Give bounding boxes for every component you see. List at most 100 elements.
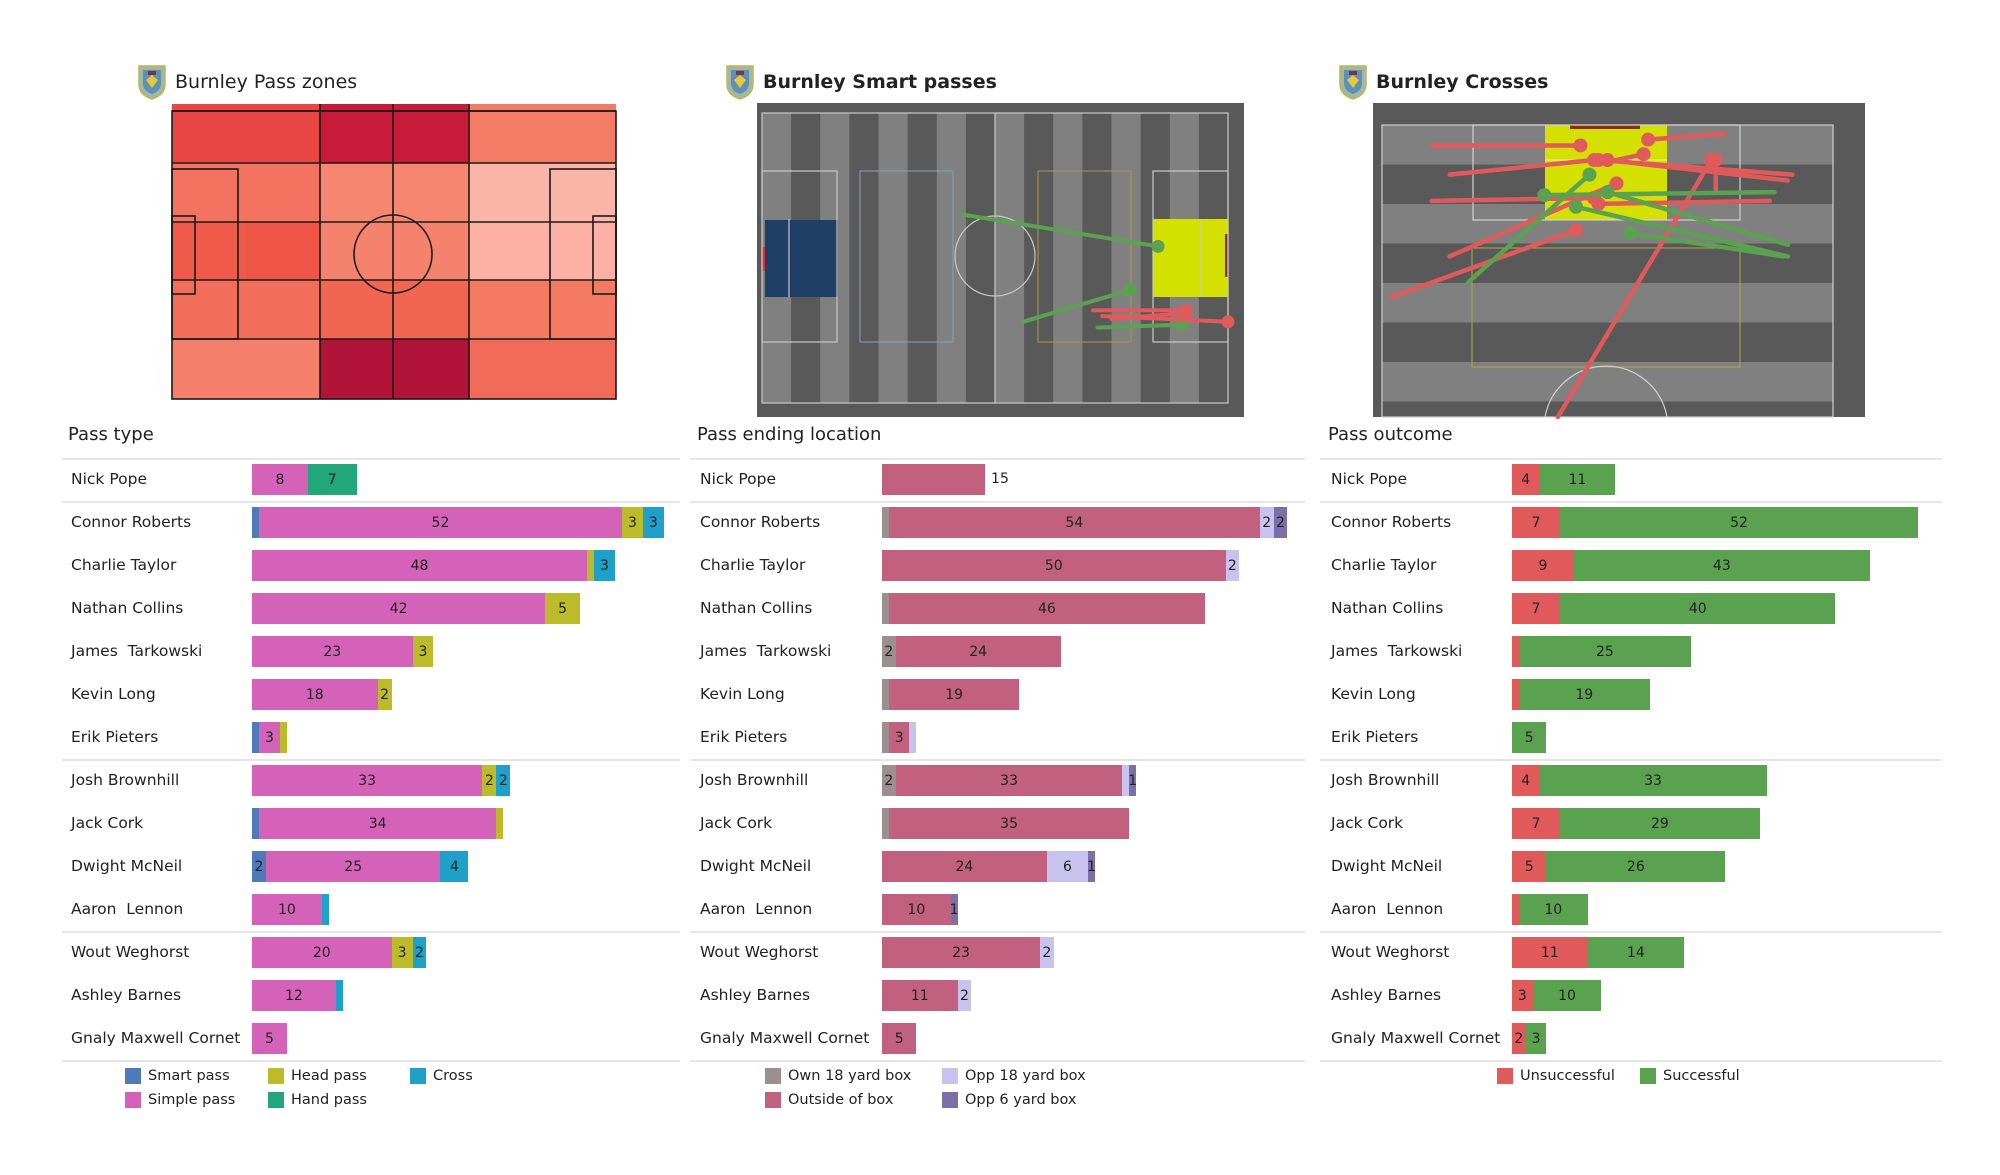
- heatmap-zone: [320, 104, 469, 163]
- bar-value-label: 18: [305, 686, 324, 703]
- player-name: Nathan Collins: [1331, 599, 1444, 617]
- player-name: Nick Pope: [71, 470, 147, 488]
- legend-label: Cross: [433, 1068, 473, 1084]
- bar-segment-simple-pass: 33: [252, 765, 483, 796]
- bar-segment-simple-pass: 23: [252, 636, 413, 667]
- table-divider: [1320, 759, 1942, 761]
- bar-value-label: 3: [1531, 1030, 1541, 1047]
- bar-segment-outside-box: 24: [895, 636, 1061, 667]
- heatmap-zone: [320, 339, 469, 399]
- bar-segment-head-pass: 3: [412, 636, 434, 667]
- bar-value-label: 46: [1037, 600, 1056, 617]
- bar-segment-outside-box: 50: [882, 550, 1226, 581]
- bar-segment-simple-pass: 20: [252, 937, 392, 968]
- bar-segment-successful: 11: [1539, 464, 1616, 495]
- bar-value-label: 2: [380, 686, 390, 703]
- bar-segment-opp-6: 2: [1273, 507, 1288, 538]
- player-name: James Tarkowski: [700, 642, 832, 660]
- bar-segment-simple-pass: 10: [252, 894, 322, 925]
- legend-swatch: [942, 1068, 958, 1084]
- opp-six-yard-highlight: [1153, 219, 1228, 297]
- bar-segment-smart-pass: 2: [252, 851, 266, 882]
- bar-value-label: 5: [894, 1030, 904, 1047]
- pitch-stripe: [1024, 113, 1054, 403]
- bar-value-label: 1: [1087, 858, 1096, 875]
- legend-item: Successful: [1640, 1068, 1740, 1084]
- bar-segment-opp-18: 6: [1046, 851, 1089, 882]
- player-name: Nick Pope: [700, 470, 776, 488]
- bar-segment-simple-pass: 48: [252, 550, 588, 581]
- bar-segment-head-pass: 3: [621, 507, 643, 538]
- table-divider: [62, 458, 680, 460]
- player-name: Dwight McNeil: [1331, 857, 1443, 875]
- bar-segment-cross: 3: [642, 507, 664, 538]
- bar-segment-head-pass: [279, 722, 287, 753]
- legend-item: Opp 18 yard box: [942, 1068, 1086, 1084]
- bar-segment-own-18: [882, 679, 889, 710]
- bar-segment-successful: 33: [1539, 765, 1767, 796]
- pitch-stripe: [849, 113, 879, 403]
- legend-swatch: [765, 1092, 781, 1108]
- bar-value-label: 2: [484, 772, 494, 789]
- bar-value-label: 42: [389, 600, 408, 617]
- own-six-yard-highlight: [765, 220, 838, 297]
- bar-segment-smart-pass: [252, 808, 259, 839]
- bar-value-label: 20: [312, 944, 331, 961]
- player-name: Aaron Lennon: [1331, 900, 1444, 918]
- legend-item: Cross: [410, 1068, 473, 1084]
- player-name: James Tarkowski: [71, 642, 203, 660]
- pass-end-marker: [1179, 306, 1193, 320]
- legend-swatch: [942, 1092, 958, 1108]
- bar-segment-cross: 2: [496, 765, 511, 796]
- bar-value-label: 2: [1262, 514, 1272, 531]
- bar-segment-outside-box: 11: [882, 980, 958, 1011]
- player-name: Josh Brownhill: [1331, 771, 1440, 789]
- player-name: Josh Brownhill: [700, 771, 809, 789]
- table-divider: [62, 1060, 680, 1062]
- player-name: Connor Roberts: [700, 513, 821, 531]
- bar-segment-successful: 10: [1532, 980, 1602, 1011]
- bar-segment-simple-pass: 34: [258, 808, 497, 839]
- bar-value-label: 19: [1575, 686, 1594, 703]
- pass-end-marker: [1151, 239, 1165, 253]
- bar-value-label: 2: [1275, 514, 1285, 531]
- bar-value-label: 25: [344, 858, 363, 875]
- bar-value-label: 2: [1042, 944, 1052, 961]
- bar-value-label: 5: [1524, 729, 1534, 746]
- player-name: Aaron Lennon: [71, 900, 184, 918]
- pass-end-marker: [1582, 167, 1597, 182]
- bar-segment-unsuccessful: [1512, 636, 1519, 667]
- pitch-stripe: [1053, 113, 1083, 403]
- bar-segment-cross: 4: [440, 851, 469, 882]
- bar-segment-head-pass: 3: [391, 937, 413, 968]
- pass-end-marker: [1123, 283, 1137, 297]
- pitch-stripe: [995, 113, 1025, 403]
- bar-segment-simple-pass: 8: [252, 464, 308, 495]
- table-divider: [62, 759, 680, 761]
- table-title: Pass ending location: [697, 424, 882, 445]
- bar-segment-opp-6: 1: [1087, 851, 1096, 882]
- pass-end-marker: [1641, 132, 1656, 147]
- table-title: Pass type: [68, 424, 154, 445]
- bar-segment-unsuccessful: 2: [1512, 1023, 1526, 1054]
- legend-swatch: [410, 1068, 426, 1084]
- bar-value-label: 3: [264, 729, 274, 746]
- bar-value-label: 33: [1644, 772, 1662, 789]
- bar-segment-successful: 52: [1560, 507, 1918, 538]
- bar-segment-head-pass: 5: [545, 593, 581, 624]
- bar-value-label: 29: [1651, 815, 1669, 832]
- bar-segment-successful: 26: [1546, 851, 1726, 882]
- bar-value-label: 1: [1128, 772, 1138, 789]
- bar-segment-cross: [321, 894, 329, 925]
- bar-value-label: 11: [910, 987, 929, 1004]
- legend-swatch: [765, 1068, 781, 1084]
- bar-value-label: 7: [1531, 815, 1541, 832]
- bar-value-label: 2: [884, 643, 894, 660]
- legend-item: Hand pass: [268, 1092, 367, 1108]
- pitch-stripe: [1382, 283, 1833, 323]
- bar-value-label: 4: [449, 858, 459, 875]
- pitch-stripe: [878, 113, 909, 403]
- bar-segment-own-18: 2: [882, 636, 896, 667]
- bar-segment-successful: 14: [1587, 937, 1684, 968]
- pitch-stripe: [1382, 322, 1833, 363]
